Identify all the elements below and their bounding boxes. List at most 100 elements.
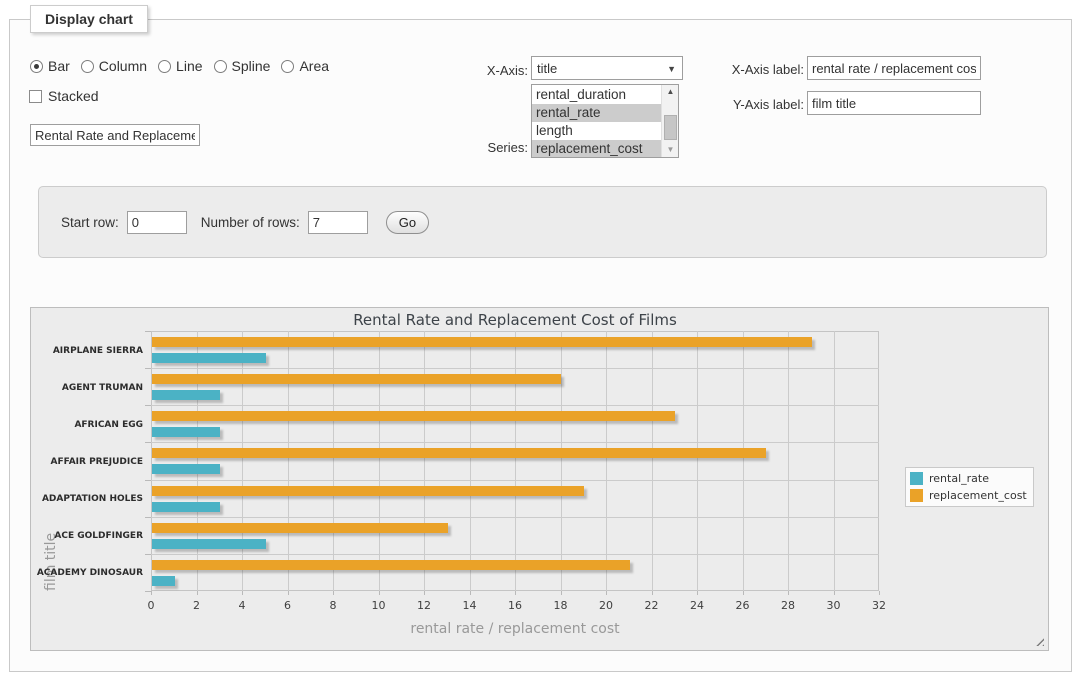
band-divider (151, 368, 879, 369)
series-option-length[interactable]: length (532, 122, 661, 140)
band-divider (151, 480, 879, 481)
stacked-option[interactable]: Stacked (29, 88, 99, 104)
x-tick-label: 18 (546, 599, 576, 612)
legend-label: rental_rate (929, 472, 989, 485)
category-label: AGENT TRUMAN (31, 382, 143, 394)
y-tick-mark (145, 442, 151, 443)
y-tick-mark (145, 554, 151, 555)
x-tick-label: 30 (819, 599, 849, 612)
series-option-replacement_cost[interactable]: replacement_cost (532, 140, 661, 158)
scroll-up-icon[interactable]: ▲ (663, 85, 678, 99)
grid-vline (242, 331, 243, 591)
radio-icon[interactable] (30, 60, 43, 73)
x-tick-label: 6 (273, 599, 303, 612)
x-tick-mark (333, 591, 334, 595)
chart-type-option-area[interactable]: Area (281, 58, 329, 74)
x-tick-mark (379, 591, 380, 595)
radio-icon[interactable] (281, 60, 294, 73)
band-divider (151, 517, 879, 518)
resize-handle-icon[interactable] (1033, 635, 1044, 646)
chart-type-label: Line (176, 58, 202, 74)
x-tick-label: 12 (409, 599, 439, 612)
category-label: ACE GOLDFINGER (31, 530, 143, 542)
x-tick-label: 2 (182, 599, 212, 612)
radio-icon[interactable] (214, 60, 227, 73)
x-tick-mark (606, 591, 607, 595)
y-tick-mark (145, 480, 151, 481)
scrollbar-thumb[interactable] (664, 115, 677, 140)
x-axis-select[interactable]: title ▼ (531, 56, 683, 80)
grid-vline (652, 331, 653, 591)
x-axis-title: rental rate / replacement cost (151, 621, 879, 637)
bar-rental_rate (152, 390, 220, 400)
x-tick-label: 22 (637, 599, 667, 612)
series-multiselect[interactable]: rental_durationrental_ratelengthreplacem… (531, 84, 679, 158)
y-tick-mark (145, 368, 151, 369)
series-scrollbar[interactable]: ▲ ▼ (661, 85, 678, 157)
x-tick-mark (879, 591, 880, 595)
x-axis-label-caption: X-Axis label: (712, 62, 804, 77)
x-tick-mark (788, 591, 789, 595)
chart-type-option-spline[interactable]: Spline (214, 58, 271, 74)
grid-vline (834, 331, 835, 591)
category-label: AFFAIR PREJUDICE (31, 456, 143, 468)
num-rows-input[interactable] (308, 211, 368, 234)
bar-replacement_cost (152, 448, 766, 458)
chart-type-label: Column (99, 58, 147, 74)
x-tick-label: 10 (364, 599, 394, 612)
grid-vline (515, 331, 516, 591)
x-tick-mark (834, 591, 835, 595)
grid-vline (197, 331, 198, 591)
band-divider (151, 442, 879, 443)
bar-replacement_cost (152, 337, 812, 347)
chart-type-radio-group: Bar Column Line Spline Area (30, 58, 329, 74)
x-tick-mark (561, 591, 562, 595)
grid-vline (470, 331, 471, 591)
band-divider (151, 554, 879, 555)
series-option-rental_duration[interactable]: rental_duration (532, 86, 661, 104)
bar-rental_rate (152, 427, 220, 437)
chart-type-option-bar[interactable]: Bar (30, 58, 70, 74)
band-divider (151, 405, 879, 406)
bar-replacement_cost (152, 411, 675, 421)
x-tick-label: 28 (773, 599, 803, 612)
x-axis-caption: X-Axis: (430, 63, 528, 78)
bar-replacement_cost (152, 560, 630, 570)
grid-vline (697, 331, 698, 591)
x-tick-mark (697, 591, 698, 595)
x-tick-label: 20 (591, 599, 621, 612)
x-axis-label-input[interactable] (807, 56, 981, 80)
category-label: ACADEMY DINOSAUR (31, 567, 143, 579)
start-row-input[interactable] (127, 211, 187, 234)
go-button[interactable]: Go (386, 211, 429, 234)
series-option-rental_rate[interactable]: rental_rate (532, 104, 661, 122)
fieldset-legend: Display chart (30, 5, 148, 33)
chevron-down-icon: ▼ (667, 64, 676, 74)
scroll-down-icon[interactable]: ▼ (663, 143, 678, 157)
radio-icon[interactable] (81, 60, 94, 73)
radio-icon[interactable] (158, 60, 171, 73)
grid-vline (333, 331, 334, 591)
grid-vline (743, 331, 744, 591)
x-tick-label: 8 (318, 599, 348, 612)
x-tick-label: 24 (682, 599, 712, 612)
chart-legend: rental_ratereplacement_cost (905, 467, 1034, 507)
x-tick-mark (652, 591, 653, 595)
chart-title-input[interactable] (30, 124, 200, 146)
x-axis-select-value: title (537, 61, 557, 76)
bar-rental_rate (152, 502, 220, 512)
legend-swatch (910, 472, 923, 485)
bar-rental_rate (152, 464, 220, 474)
chart-type-label: Bar (48, 58, 70, 74)
bar-replacement_cost (152, 486, 584, 496)
grid-vline (288, 331, 289, 591)
grid-vline (424, 331, 425, 591)
chart-type-option-column[interactable]: Column (81, 58, 147, 74)
x-tick-mark (288, 591, 289, 595)
grid-vline (379, 331, 380, 591)
chart-type-option-line[interactable]: Line (158, 58, 202, 74)
stacked-checkbox[interactable] (29, 90, 42, 103)
bar-replacement_cost (152, 374, 561, 384)
x-tick-label: 0 (136, 599, 166, 612)
y-axis-label-input[interactable] (807, 91, 981, 115)
